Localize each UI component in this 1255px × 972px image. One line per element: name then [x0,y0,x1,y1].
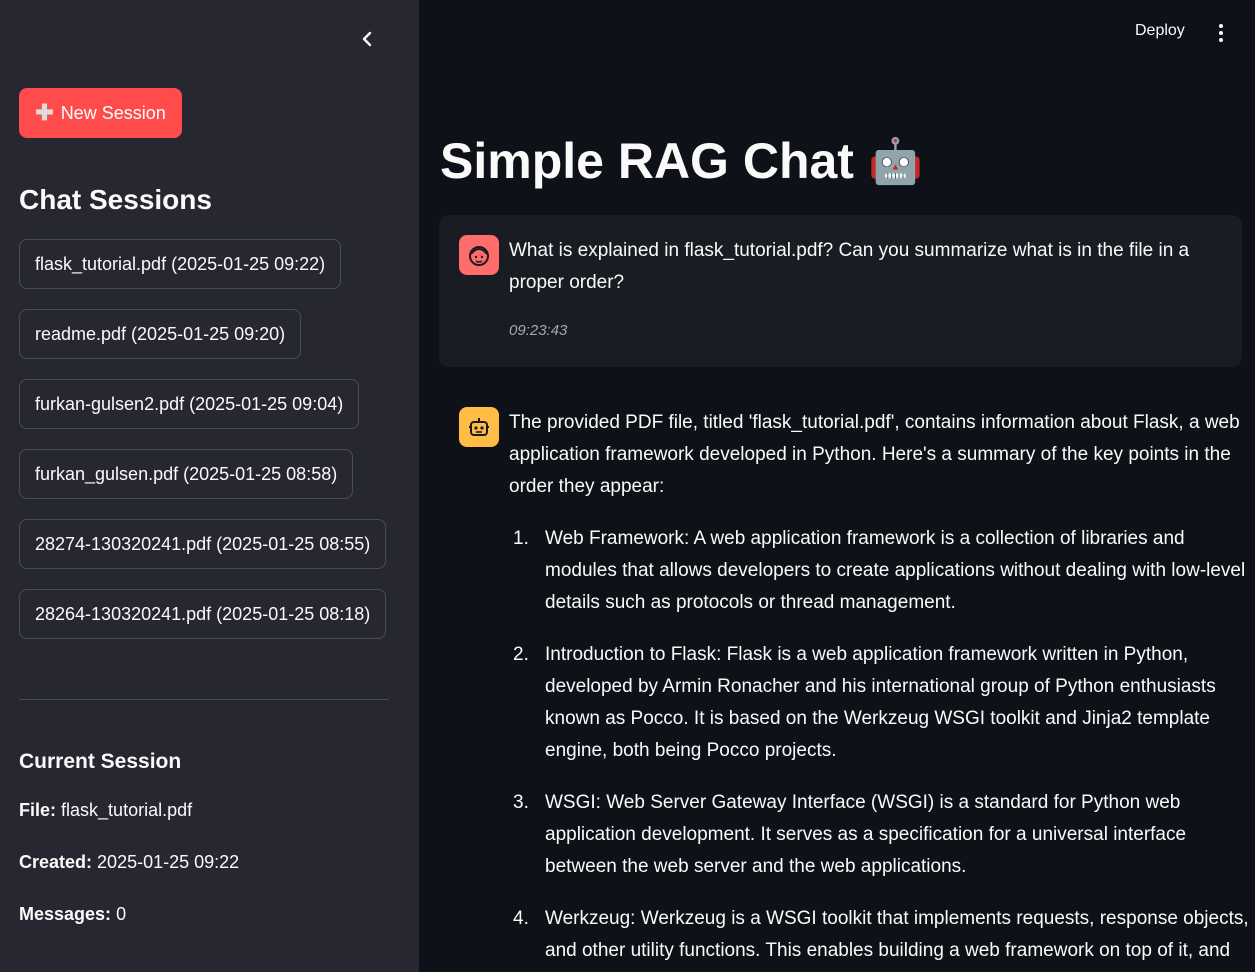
message-timestamp: 09:23:43 [509,322,568,339]
session-item[interactable]: furkan-gulsen2.pdf (2025-01-25 09:04) [19,379,360,429]
bot-avatar-icon [459,407,499,447]
user-message-text: What is explained in flask_tutorial.pdf?… [509,240,1190,293]
messages-info: Messages: 0 [19,904,126,925]
assistant-intro-text: The provided PDF file, titled 'flask_tut… [509,412,1240,497]
robot-emoji-icon: 🤖 [867,137,923,186]
summary-list: 1. Web Framework: A web application frame… [509,523,1249,967]
dot-icon [1219,31,1223,35]
user-message: What is explained in flask_tutorial.pdf?… [439,215,1242,367]
list-item-text: Werkzeug: Werkzeug is a WSGI toolkit tha… [545,908,1249,961]
chat-sessions-heading: Chat Sessions [19,184,212,215]
created-label: Created: [19,852,93,872]
list-item: 2. Introduction to Flask: Flask is a web … [513,644,1216,761]
main-menu-button[interactable] [1213,22,1229,44]
messages-value: 0 [116,904,127,924]
deploy-button[interactable]: Deploy [1135,22,1185,40]
plus-icon: ✚ [35,100,54,125]
messages-label: Messages: [19,904,112,924]
collapse-sidebar-button[interactable] [354,26,380,52]
page-title-text: Simple RAG Chat [440,133,854,189]
new-session-label: New Session [60,102,166,123]
current-file-info: File: flask_tutorial.pdf [19,800,192,821]
sidebar-divider [19,699,389,700]
list-item: 3. WSGI: Web Server Gateway Interface (WS… [513,792,1187,877]
session-item[interactable]: 28274-130320241.pdf (2025-01-25 08:55) [19,519,387,569]
file-label: File: [19,800,57,820]
created-info: Created: 2025-01-25 09:22 [19,852,239,873]
session-list: flask_tutorial.pdf (2025-01-25 09:22) re… [19,239,387,659]
sidebar: ✚ New Session Chat Sessions flask_tutori… [0,0,419,972]
current-session-heading: Current Session [19,750,182,773]
user-avatar-icon [459,235,499,275]
session-item[interactable]: furkan_gulsen.pdf (2025-01-25 08:58) [19,449,354,499]
chevron-left-icon [362,31,372,47]
created-value: 2025-01-25 09:22 [97,852,240,872]
session-item[interactable]: readme.pdf (2025-01-25 09:20) [19,309,302,359]
page-title: Simple RAG Chat 🤖 [440,132,923,190]
list-item: 1. Web Framework: A web application frame… [513,528,1246,613]
new-session-button[interactable]: ✚ New Session [19,88,182,138]
app-root: ✚ New Session Chat Sessions flask_tutori… [0,0,1255,972]
list-item-text: Web Framework: A web application framewo… [545,528,1246,613]
list-item-text: Introduction to Flask: Flask is a web ap… [545,644,1216,761]
list-item: 4. Werkzeug: Werkzeug is a WSGI toolkit t… [513,908,1249,961]
dot-icon [1219,24,1223,28]
assistant-message: The provided PDF file, titled 'flask_tut… [509,407,1249,972]
list-item-text: WSGI: Web Server Gateway Interface (WSGI… [545,792,1187,877]
file-value: flask_tutorial.pdf [61,800,193,820]
session-item[interactable]: flask_tutorial.pdf (2025-01-25 09:22) [19,239,342,289]
main-area: Deploy Simple RAG Chat 🤖 What is explain… [419,0,1255,972]
session-item[interactable]: 28264-130320241.pdf (2025-01-25 08:18) [19,589,387,639]
dot-icon [1219,38,1223,42]
